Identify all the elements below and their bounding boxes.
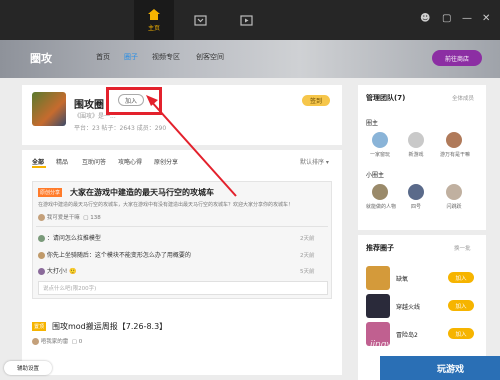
- annotation-arrow: [146, 95, 237, 197]
- play-game-button[interactable]: 玩游戏: [380, 356, 500, 380]
- assist-label: 辅助设置: [16, 366, 39, 372]
- watermark: jingyan.baidu.com: [370, 340, 454, 350]
- assist-settings-button[interactable]: 辅助设置: [4, 361, 52, 375]
- play-label: 玩游戏: [436, 364, 464, 375]
